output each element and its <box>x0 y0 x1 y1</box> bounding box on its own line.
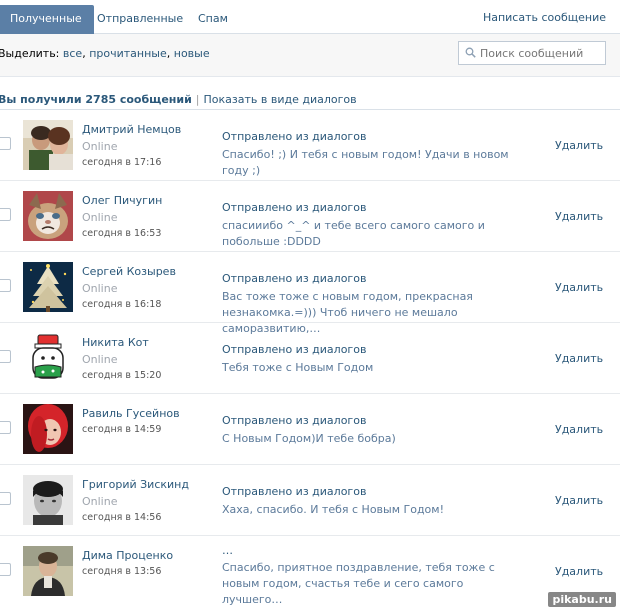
message-checkbox[interactable] <box>0 350 11 363</box>
message-time: сегодня в 15:20 <box>82 370 162 381</box>
messages-summary: Вы получили 2785 сообщений | Показать в ви… <box>0 93 357 106</box>
message-title[interactable]: Отправлено из диалогов <box>222 414 366 427</box>
sender-name[interactable]: Дмитрий Немцов <box>82 123 181 136</box>
sender-name[interactable]: Равиль Гусейнов <box>82 407 180 420</box>
select-all-link[interactable]: все <box>63 47 82 60</box>
tab-sent[interactable]: Отправленные <box>85 5 195 34</box>
show-as-dialogs-link[interactable]: Показать в виде диалогов <box>204 93 357 106</box>
message-row[interactable]: Сергей Козырев Online сегодня в 16:18 От… <box>0 252 620 335</box>
delete-button[interactable]: Удалить <box>555 139 603 152</box>
avatar[interactable] <box>23 262 73 312</box>
search-input[interactable] <box>480 45 602 61</box>
delete-button[interactable]: Удалить <box>555 352 603 365</box>
select-label: Выделить: <box>0 47 60 60</box>
avatar-photo <box>23 546 73 596</box>
summary-separator: | <box>195 93 200 106</box>
message-title[interactable]: Отправлено из диалогов <box>222 343 366 356</box>
online-status: Online <box>82 353 118 366</box>
message-row[interactable]: Олег Пичугин Online сегодня в 16:53 Отпр… <box>0 181 620 252</box>
message-checkbox[interactable] <box>0 279 11 292</box>
message-text[interactable]: Спасибо, приятное поздравление, тебя тож… <box>222 560 522 608</box>
message-time: сегодня в 14:59 <box>82 424 162 435</box>
message-title[interactable]: Отправлено из диалогов <box>222 130 366 143</box>
tab-spam[interactable]: Спам <box>186 5 240 34</box>
message-checkbox[interactable] <box>0 492 11 505</box>
message-time: сегодня в 13:56 <box>82 566 162 577</box>
select-filter: Выделить: все, прочитанные, новые <box>0 47 210 60</box>
message-title[interactable]: Отправлено из диалогов <box>222 201 366 214</box>
message-checkbox[interactable] <box>0 208 11 221</box>
select-new-link[interactable]: новые <box>174 47 210 60</box>
message-title[interactable]: … <box>222 544 233 557</box>
message-text[interactable]: С Новым Годом)И тебе бобра) <box>222 431 522 447</box>
avatar-photo <box>23 404 73 454</box>
search-icon <box>465 47 476 58</box>
message-row[interactable]: Дмитрий Немцов Online сегодня в 17:16 От… <box>0 110 620 181</box>
delete-button[interactable]: Удалить <box>555 210 603 223</box>
message-list: Дмитрий Немцов Online сегодня в 17:16 От… <box>0 110 620 607</box>
message-row[interactable]: Григорий Зискинд Online сегодня в 14:56 … <box>0 465 620 536</box>
comma-separator: , <box>166 47 174 60</box>
filter-bar: Выделить: все, прочитанные, новые <box>0 34 620 77</box>
online-status: Online <box>82 282 118 295</box>
delete-button[interactable]: Удалить <box>555 494 603 507</box>
message-time: сегодня в 17:16 <box>82 157 162 168</box>
online-status: Online <box>82 140 118 153</box>
message-time: сегодня в 16:18 <box>82 299 162 310</box>
message-checkbox[interactable] <box>0 421 11 434</box>
avatar-photo <box>23 475 73 525</box>
avatar-photo <box>23 120 73 170</box>
avatar[interactable] <box>23 475 73 525</box>
avatar-photo <box>23 191 73 241</box>
message-text[interactable]: Хаха, спасибо. И тебя с Новым Годом! <box>222 502 522 518</box>
watermark: pikabu.ru <box>548 592 616 607</box>
tab-bar: Полученные Отправленные Спам Написать со… <box>0 0 620 34</box>
sender-name[interactable]: Григорий Зискинд <box>82 478 189 491</box>
search-box[interactable] <box>458 41 606 65</box>
online-status: Online <box>82 495 118 508</box>
message-row[interactable]: Равиль Гусейнов сегодня в 14:59 Отправле… <box>0 394 620 465</box>
sender-name[interactable]: Сергей Козырев <box>82 265 176 278</box>
message-row[interactable]: Дима Проценко сегодня в 13:56 … Спасибо,… <box>0 536 620 607</box>
sender-name[interactable]: Никита Кот <box>82 336 149 349</box>
tab-received[interactable]: Полученные <box>0 5 94 34</box>
delete-button[interactable]: Удалить <box>555 565 603 578</box>
message-checkbox[interactable] <box>0 137 11 150</box>
avatar[interactable] <box>23 333 73 383</box>
avatar[interactable] <box>23 546 73 596</box>
sender-name[interactable]: Олег Пичугин <box>82 194 162 207</box>
message-count: Вы получили 2785 сообщений <box>0 93 192 106</box>
avatar[interactable] <box>23 404 73 454</box>
delete-button[interactable]: Удалить <box>555 281 603 294</box>
avatar-photo <box>23 262 73 312</box>
avatar-photo <box>23 333 73 383</box>
message-text[interactable]: Тебя тоже с Новым Годом <box>222 360 522 376</box>
write-message-link[interactable]: Написать сообщение <box>483 11 606 24</box>
message-checkbox[interactable] <box>0 563 11 576</box>
avatar[interactable] <box>23 120 73 170</box>
message-text[interactable]: спасииибо ^_^ и тебе всего самого самого… <box>222 218 522 250</box>
delete-button[interactable]: Удалить <box>555 423 603 436</box>
message-title[interactable]: Отправлено из диалогов <box>222 272 366 285</box>
message-row[interactable]: Никита Кот Online сегодня в 15:20 Отправ… <box>0 323 620 394</box>
message-text[interactable]: Спасибо! ;) И тебя с новым годом! Удачи … <box>222 147 522 179</box>
message-title[interactable]: Отправлено из диалогов <box>222 485 366 498</box>
select-read-link[interactable]: прочитанные <box>89 47 167 60</box>
avatar[interactable] <box>23 191 73 241</box>
online-status: Online <box>82 211 118 224</box>
message-time: сегодня в 16:53 <box>82 228 162 239</box>
sender-name[interactable]: Дима Проценко <box>82 549 173 562</box>
message-time: сегодня в 14:56 <box>82 512 162 523</box>
